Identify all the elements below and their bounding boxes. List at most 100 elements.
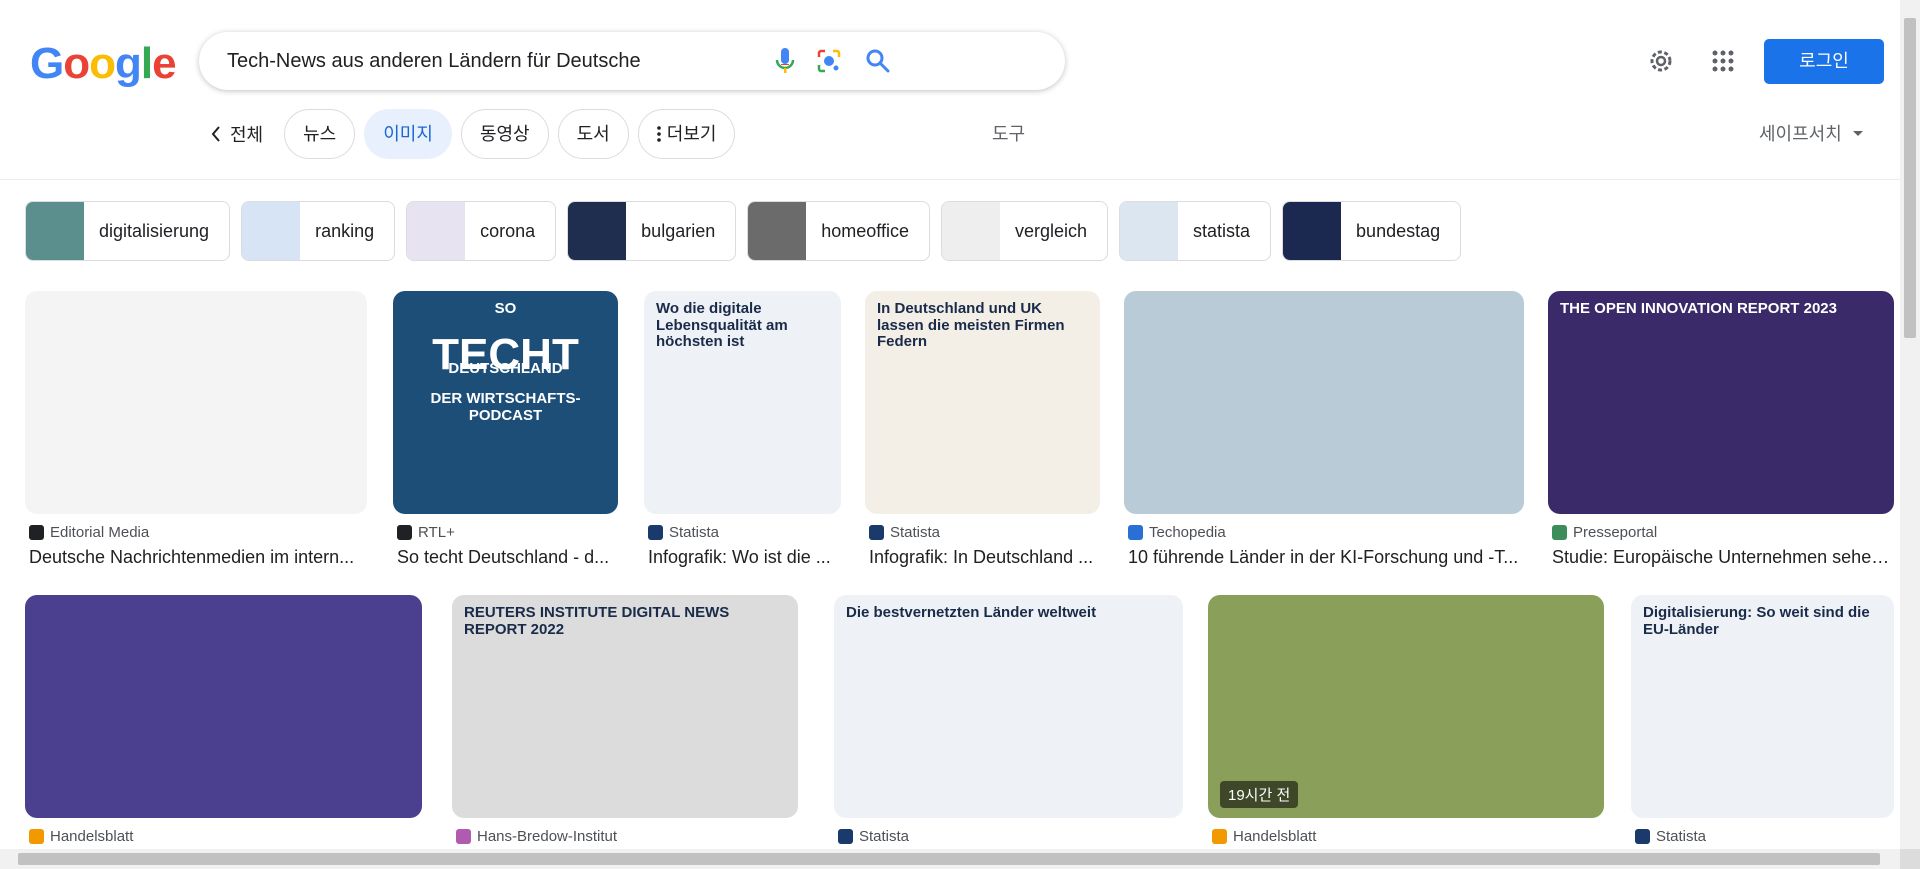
logo-letter: o bbox=[89, 39, 116, 88]
result-title[interactable]: 10 führende Länder in der KI-Forschung u… bbox=[1128, 547, 1524, 568]
search-input[interactable]: Tech-News aus anderen Ländern für Deutsc… bbox=[227, 32, 641, 90]
apps-grid-icon[interactable] bbox=[1707, 45, 1739, 77]
result-thumbnail[interactable]: Die bestvernetzten Länder weltweit bbox=[834, 595, 1183, 818]
microphone-icon[interactable] bbox=[769, 45, 801, 77]
chip-thumbnail bbox=[568, 202, 627, 260]
horizontal-scroll-thumb[interactable] bbox=[18, 853, 1880, 865]
tab-videos[interactable]: 동영상 bbox=[460, 109, 549, 159]
result-source[interactable]: Presseportal bbox=[1552, 524, 1657, 541]
result-source[interactable]: Statista bbox=[869, 524, 940, 541]
result-thumbnail[interactable]: THE OPEN INNOVATION REPORT 2023 bbox=[1548, 291, 1894, 514]
search-box[interactable]: Tech-News aus anderen Ländern für Deutsc… bbox=[199, 32, 1065, 90]
result-thumbnail[interactable]: Wo die digitale Lebensqualität am höchst… bbox=[644, 291, 841, 514]
thumbnail-text: DER WIRTSCHAFTS-PODCAST bbox=[430, 390, 581, 424]
tab-images[interactable]: 이미지 bbox=[364, 109, 452, 159]
result-thumbnail[interactable] bbox=[25, 291, 367, 514]
lens-icon[interactable] bbox=[813, 45, 845, 77]
favicon-icon bbox=[397, 525, 412, 540]
result-source[interactable]: Statista bbox=[648, 524, 719, 541]
result-source[interactable]: Handelsblatt bbox=[1212, 828, 1316, 845]
source-name: Statista bbox=[1656, 828, 1707, 845]
tab-books[interactable]: 도서 bbox=[557, 109, 629, 159]
chip-thumbnail bbox=[26, 202, 84, 260]
chip-corona[interactable]: corona bbox=[406, 201, 557, 261]
favicon-icon bbox=[29, 829, 44, 844]
result-source[interactable]: Statista bbox=[838, 828, 909, 845]
result-thumbnail[interactable] bbox=[25, 595, 422, 818]
chip-homeoffice[interactable]: homeoffice bbox=[747, 201, 930, 261]
caret-down-icon bbox=[1852, 131, 1863, 136]
horizontal-scrollbar[interactable] bbox=[0, 849, 1900, 869]
chip-label: corona bbox=[480, 220, 536, 241]
result-thumbnail[interactable]: 19시간 전 bbox=[1208, 595, 1604, 818]
thumbnail-text: THE OPEN INNOVATION REPORT 2023 bbox=[1560, 300, 1837, 317]
result-source[interactable]: Hans-Bredow-Institut bbox=[456, 828, 617, 845]
chip-thumbnail bbox=[1120, 202, 1179, 260]
vertical-scrollbar[interactable] bbox=[1900, 0, 1920, 849]
tab-news[interactable]: 뉴스 bbox=[284, 109, 356, 159]
vertical-scroll-thumb[interactable] bbox=[1904, 18, 1916, 338]
source-name: Statista bbox=[859, 828, 910, 845]
chip-statista[interactable]: statista bbox=[1119, 201, 1272, 261]
chip-digitalisierung[interactable]: digitalisierung bbox=[25, 201, 231, 261]
thumbnail-text: DEUTSCHLAND bbox=[448, 360, 563, 377]
tab-more-label: 더보기 bbox=[666, 124, 717, 144]
thumbnail-text: Wo die digitale Lebensqualität am höchst… bbox=[656, 300, 788, 350]
result-thumbnail[interactable] bbox=[1124, 291, 1524, 514]
tab-more[interactable]: 더보기 bbox=[637, 109, 736, 159]
related-chips: digitalisierung ranking corona bulgarien hom… bbox=[25, 201, 1462, 261]
favicon-icon bbox=[456, 829, 471, 844]
result-thumbnail[interactable]: REUTERS INSTITUTE DIGITAL NEWS REPORT 20… bbox=[452, 595, 798, 818]
tools-button[interactable]: 도구 bbox=[992, 109, 1025, 159]
chip-vergleich[interactable]: vergleich bbox=[940, 201, 1109, 261]
gear-icon[interactable] bbox=[1645, 45, 1677, 77]
logo-letter: e bbox=[152, 39, 177, 88]
thumbnail-text: Digitalisierung: So weit sind die EU-Län… bbox=[1643, 604, 1870, 638]
chip-label: bulgarien bbox=[641, 220, 716, 241]
favicon-icon bbox=[1552, 525, 1567, 540]
more-vert-icon bbox=[656, 126, 661, 142]
logo-letter: G bbox=[30, 39, 64, 88]
search-tabs: 전체 뉴스 이미지 동영상 도서 더보기 bbox=[210, 109, 736, 159]
favicon-icon bbox=[1212, 829, 1227, 844]
result-title[interactable]: Studie: Europäische Unternehmen sehen... bbox=[1552, 547, 1894, 568]
result-thumbnail[interactable]: Digitalisierung: So weit sind die EU-Län… bbox=[1631, 595, 1894, 818]
result-title[interactable]: Infografik: Wo ist die ... bbox=[648, 547, 841, 568]
result-title[interactable]: Deutsche Nachrichtenmedien im intern... bbox=[29, 547, 367, 568]
chip-label: homeoffice bbox=[821, 220, 909, 241]
source-name: RTL+ bbox=[418, 524, 455, 541]
result-title[interactable]: So techt Deutschland - d... bbox=[397, 547, 618, 568]
chip-bundestag[interactable]: bundestag bbox=[1282, 201, 1462, 261]
header: Google Tech-News aus anderen Ländern für… bbox=[0, 0, 1900, 180]
chip-ranking[interactable]: ranking bbox=[241, 201, 396, 261]
result-thumbnail[interactable]: SO TECHT DEUTSCHLAND DER WIRTSCHAFTS-PODCAS… bbox=[393, 291, 618, 514]
favicon-icon bbox=[869, 525, 884, 540]
result-source[interactable]: Editorial Media bbox=[29, 524, 149, 541]
favicon-icon bbox=[29, 525, 44, 540]
result-source[interactable]: Statista bbox=[1635, 828, 1706, 845]
login-button[interactable]: 로그인 bbox=[1764, 39, 1884, 84]
safesearch-label: 세이프서치 bbox=[1759, 124, 1842, 144]
result-source[interactable]: Techopedia bbox=[1128, 524, 1226, 541]
result-title[interactable]: Infografik: In Deutschland ... bbox=[869, 547, 1100, 568]
result-source[interactable]: RTL+ bbox=[397, 524, 455, 541]
chevron-left-icon bbox=[211, 126, 220, 142]
chip-thumbnail bbox=[242, 202, 301, 260]
result-source[interactable]: Handelsblatt bbox=[29, 828, 133, 845]
safesearch-button[interactable]: 세이프서치 bbox=[1759, 109, 1864, 159]
favicon-icon bbox=[648, 525, 663, 540]
chip-thumbnail bbox=[941, 202, 1000, 260]
chip-label: digitalisierung bbox=[99, 220, 210, 241]
scrollbar-corner bbox=[1900, 849, 1920, 869]
source-name: Handelsblatt bbox=[50, 828, 134, 845]
source-name: Presseportal bbox=[1573, 524, 1658, 541]
google-logo[interactable]: Google bbox=[30, 39, 177, 88]
search-icon[interactable] bbox=[862, 45, 894, 77]
favicon-icon bbox=[838, 829, 853, 844]
chip-label: vergleich bbox=[1014, 220, 1088, 241]
chip-bulgarien[interactable]: bulgarien bbox=[567, 201, 737, 261]
result-thumbnail[interactable]: In Deutschland und UK lassen die meisten… bbox=[865, 291, 1100, 514]
tab-all[interactable]: 전체 bbox=[210, 109, 275, 159]
chip-label: statista bbox=[1193, 220, 1251, 241]
source-name: Hans-Bredow-Institut bbox=[477, 828, 618, 845]
